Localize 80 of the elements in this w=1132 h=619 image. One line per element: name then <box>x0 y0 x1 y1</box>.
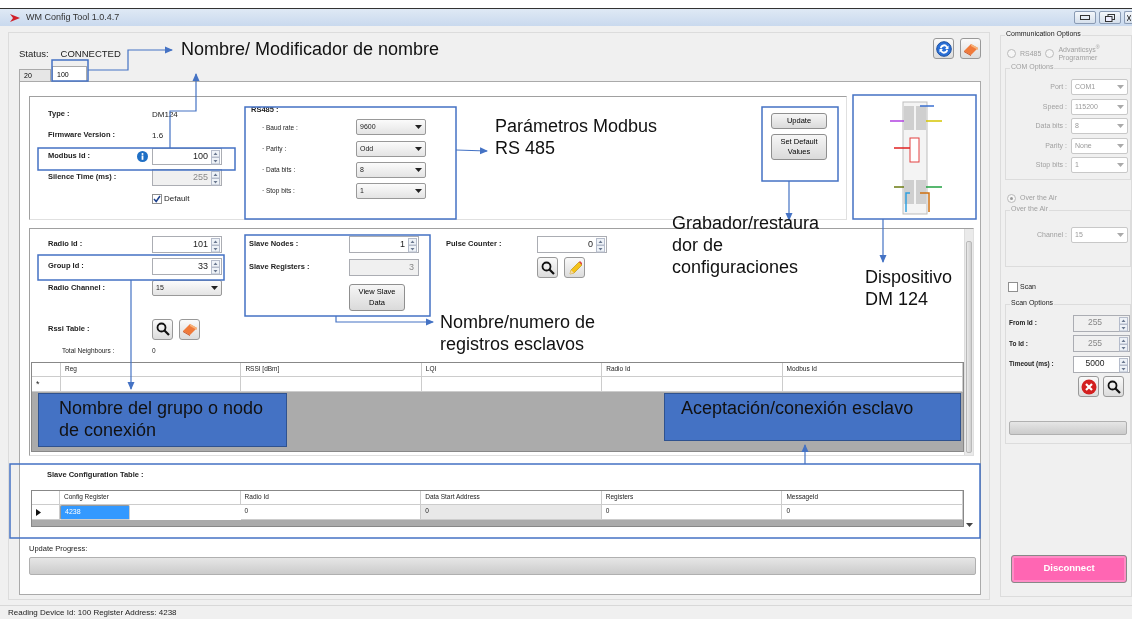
caret-icon <box>1117 85 1124 90</box>
annotation-text: Parámetros Modbus RS 485 <box>495 116 659 160</box>
caret-icon <box>1117 124 1124 129</box>
number-field: 255 <box>1073 314 1130 332</box>
table-cell[interactable] <box>241 377 422 392</box>
number-field[interactable]: 0 <box>537 236 607 253</box>
annotation-text: Grabador/restaurador de configuraciones <box>672 213 821 279</box>
eraser-icon <box>181 322 198 336</box>
spin-arrows-icon <box>211 150 220 165</box>
caret-icon <box>415 125 422 130</box>
scroll-down-icon[interactable] <box>966 523 973 527</box>
restore-button[interactable] <box>1099 11 1121 24</box>
number-field[interactable]: 1 <box>349 236 419 253</box>
header-corner <box>32 363 61 377</box>
spin-arrows-icon <box>1119 357 1128 373</box>
refresh-button[interactable] <box>933 38 954 59</box>
annotation-text: Dispositivo DM 124 <box>865 267 954 311</box>
close-icon <box>1126 14 1131 21</box>
leader-arrow <box>879 218 887 263</box>
check-icon <box>153 194 161 203</box>
status-label: Status: <box>19 49 49 60</box>
spin-arrows-icon <box>1119 316 1128 332</box>
annotation-text: Aceptación/conexión esclavo <box>664 393 961 441</box>
number-field[interactable]: 101 <box>152 235 222 253</box>
status-value: CONNECTED <box>60 49 121 60</box>
restore-icon <box>1105 13 1115 22</box>
eraser-button[interactable] <box>960 38 981 59</box>
cancel-button[interactable] <box>1078 376 1099 398</box>
caret-icon <box>1117 163 1124 168</box>
close-button[interactable] <box>1124 11 1132 24</box>
spin-arrows-icon <box>211 237 220 253</box>
refresh-icon <box>935 40 952 57</box>
caret-icon <box>211 286 218 290</box>
caret-icon <box>415 189 422 194</box>
caret-icon <box>1117 143 1124 148</box>
number-field[interactable]: 5000 <box>1073 355 1130 373</box>
search-icon <box>540 260 555 275</box>
number-field[interactable]: 33 <box>152 257 222 275</box>
minimize-button[interactable] <box>1074 11 1096 24</box>
checkbox[interactable] <box>1008 281 1018 292</box>
app-icon <box>10 13 20 22</box>
search-button[interactable] <box>1103 376 1124 398</box>
table-cell[interactable] <box>782 377 963 392</box>
spin-arrows-icon <box>211 259 220 275</box>
pencil-icon <box>567 259 582 276</box>
search-button[interactable] <box>537 257 558 278</box>
field-value: DM124 <box>152 109 179 120</box>
leader-arrow <box>455 147 488 155</box>
spin-arrows-icon <box>211 171 220 186</box>
spin-arrows-icon <box>408 238 417 253</box>
caret-icon <box>415 146 422 151</box>
eraser-icon <box>962 41 979 56</box>
annotation-text: Nombre/numero de registros esclavos <box>440 312 597 356</box>
highlight-frame <box>51 59 89 82</box>
status-bar-text: Reading Device Id: 100 Register Address: 4238 <box>0 605 1132 619</box>
caret-icon <box>1117 232 1124 237</box>
search-icon <box>155 322 170 336</box>
scrollbar[interactable] <box>964 229 973 455</box>
table-cell[interactable] <box>602 377 783 392</box>
field-value: 1.6 <box>152 130 165 141</box>
annotation-text: Nombre/ Modificador de nombre <box>181 39 441 61</box>
checkbox[interactable] <box>152 193 162 204</box>
checkbox-label: Default <box>164 193 190 204</box>
minimize-icon <box>1080 15 1090 20</box>
annotation-text: Nombre del grupo o nodo de conexión <box>38 393 287 447</box>
cancel-icon <box>1080 378 1097 395</box>
table-cell[interactable] <box>421 377 603 392</box>
search-button[interactable] <box>152 318 173 340</box>
caret-icon <box>1117 104 1124 109</box>
spin-arrows-icon <box>596 238 605 253</box>
leader-arrow <box>801 444 809 465</box>
edit-button[interactable] <box>564 257 585 278</box>
eraser-button[interactable] <box>179 318 200 340</box>
table-cell[interactable] <box>61 377 242 392</box>
number-field: 255 <box>1073 335 1130 353</box>
number-field: 3 <box>349 259 419 276</box>
spin-arrows-icon <box>1119 337 1128 353</box>
window-title: WM Config Tool 1.0.4.7 <box>26 12 120 23</box>
caret-icon <box>415 167 422 172</box>
search-icon <box>1106 379 1121 394</box>
